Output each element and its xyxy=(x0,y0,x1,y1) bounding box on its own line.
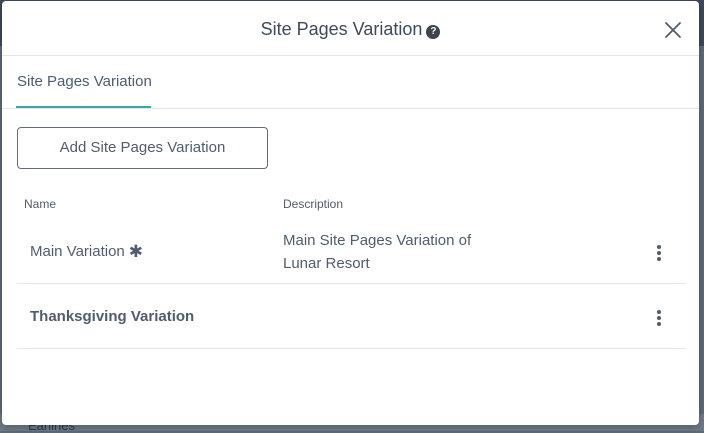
table-row: Main Variation ✱ Main Site Pages Variatio… xyxy=(17,223,686,284)
active-tab-indicator xyxy=(16,106,151,108)
table-row: Thanksgiving Variation xyxy=(17,284,686,349)
tab-bar: Site Pages Variation xyxy=(2,56,699,109)
modal-header: Site Pages Variation? xyxy=(2,1,699,56)
question-circle-icon[interactable]: ? xyxy=(426,25,441,39)
variation-description: Main Site Pages Variation of Lunar Resor… xyxy=(283,232,472,272)
close-icon xyxy=(665,22,681,38)
close-button[interactable] xyxy=(662,19,684,41)
variation-name[interactable]: Main Variation xyxy=(30,243,125,260)
modal-title-wrap: Site Pages Variation? xyxy=(2,18,699,40)
row-actions-kebab-icon[interactable] xyxy=(654,244,664,262)
column-header-name: Name xyxy=(24,197,57,211)
add-site-pages-variation-button[interactable]: Add Site Pages Variation xyxy=(17,127,268,169)
site-pages-variation-modal: Site Pages Variation? Site Pages Variati… xyxy=(2,1,699,425)
variation-name-cell: Main Variation ✱ xyxy=(30,242,143,262)
variation-name[interactable]: Thanksgiving Variation xyxy=(30,308,194,325)
default-star-icon: ✱ xyxy=(128,242,144,261)
column-header-description: Description xyxy=(283,197,344,211)
modal-title: Site Pages Variation xyxy=(260,19,423,39)
variation-name-cell: Thanksgiving Variation xyxy=(30,307,194,327)
row-actions-kebab-icon[interactable] xyxy=(654,309,664,327)
tab-site-pages-variation[interactable]: Site Pages Variation xyxy=(16,56,153,108)
